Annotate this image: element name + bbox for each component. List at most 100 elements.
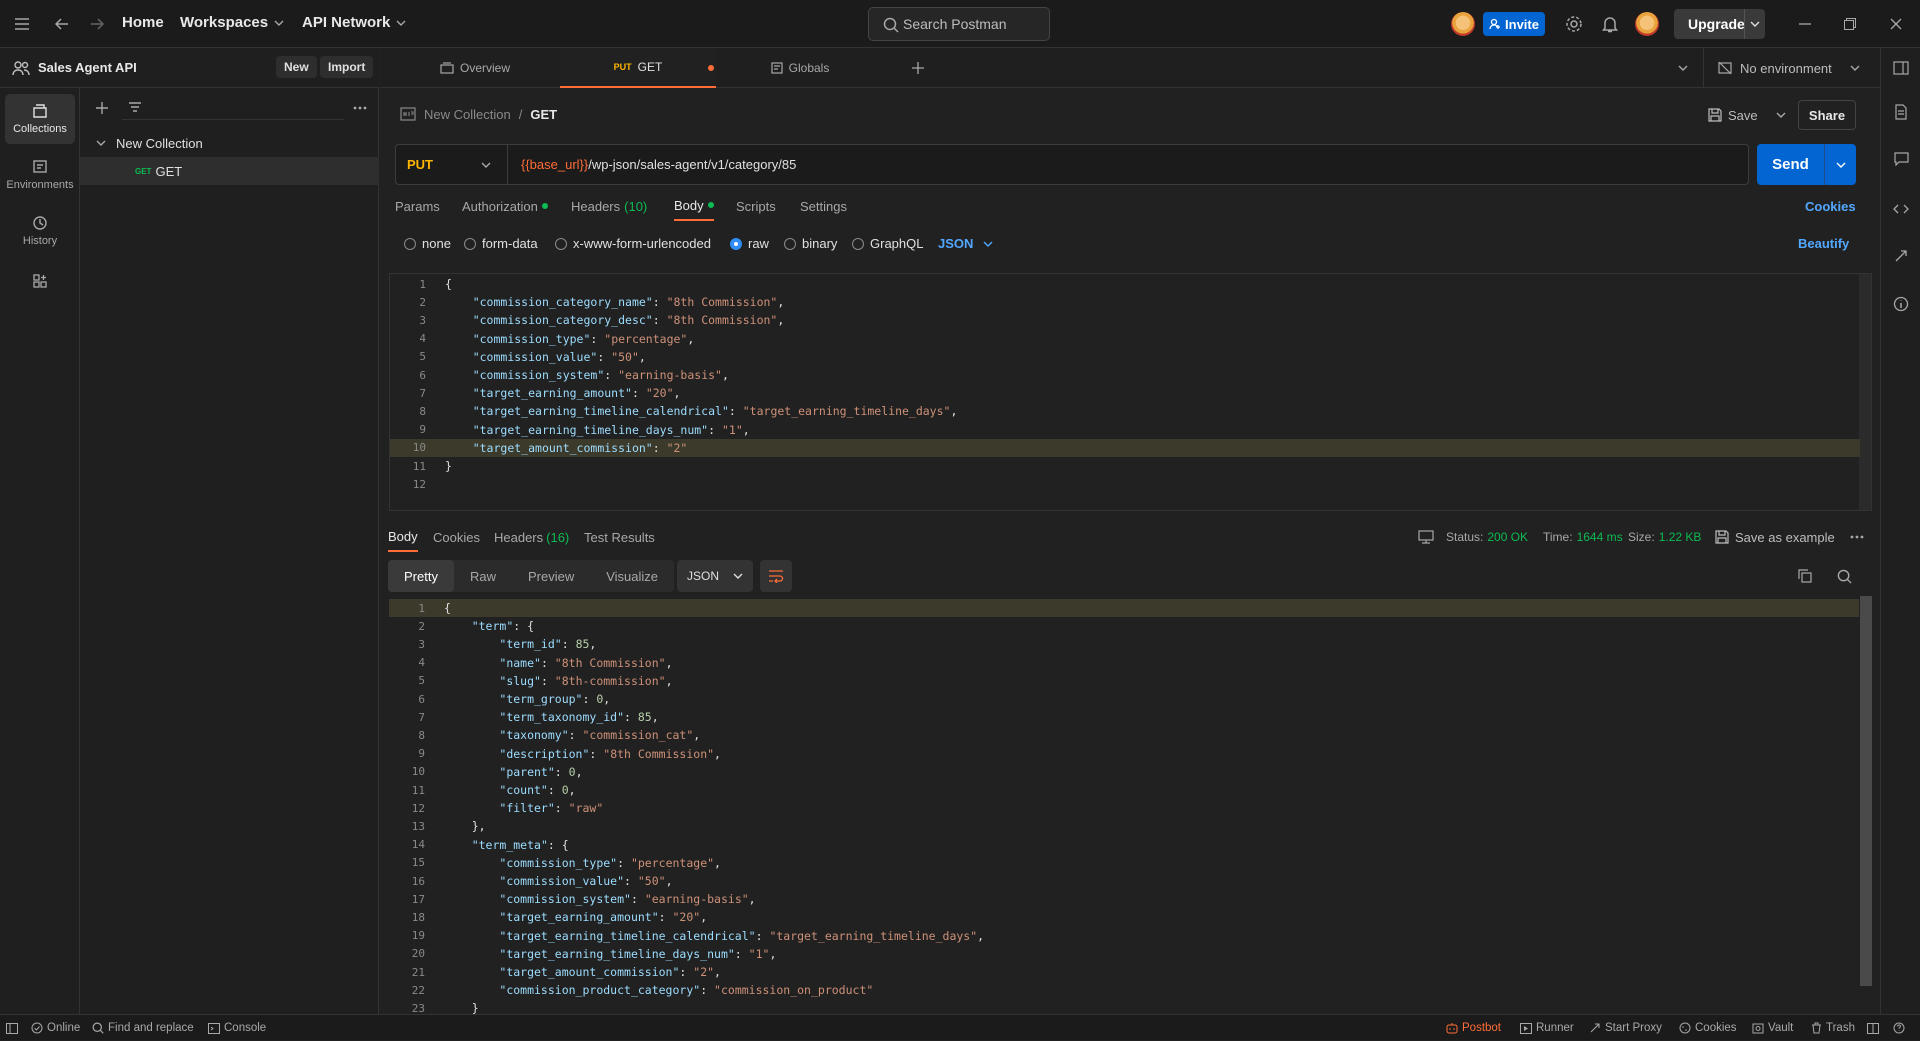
line-number: 8 [419,404,426,418]
view-preview[interactable]: Preview [512,560,590,592]
network-icon[interactable] [1418,522,1434,552]
invite-button[interactable]: Invite [1483,12,1545,36]
response-tab-headers[interactable]: Headers (16) [494,522,569,552]
new-tab-icon[interactable] [908,58,928,78]
sidebar-toggle-icon[interactable] [1881,53,1920,83]
beautify-link[interactable]: Beautify [1798,236,1849,251]
find-replace[interactable]: Find and replace [92,1015,194,1041]
start-proxy[interactable]: Start Proxy [1589,1015,1662,1041]
url-input[interactable]: {{base_url}}/wp-json/sales-agent/v1/cate… [508,157,796,172]
tab-active-request[interactable]: PUT GET [560,48,716,88]
response-body-viewer[interactable]: 1{2 "term": {3 "term_id": 85, 4 "name": "… [389,596,1872,1014]
code-snippet-icon[interactable] [1881,194,1920,224]
environment-selector[interactable]: No environment [1703,48,1880,88]
view-pretty[interactable]: Pretty [388,560,454,592]
tabs-dropdown-icon[interactable] [1673,58,1693,78]
json-string: "commission_cat" [582,728,694,743]
notifications-bell-icon[interactable] [1600,14,1620,34]
online-status[interactable]: Online [31,1015,80,1041]
help-icon[interactable] [1893,1015,1905,1041]
team-avatar[interactable] [1451,12,1475,36]
settings-gear-icon[interactable] [1564,14,1584,34]
save-as-example-button[interactable]: Save as example [1715,522,1835,552]
tab-headers[interactable]: Headers (10) [571,191,647,221]
radio-none[interactable]: none [404,236,451,251]
response-tab-body[interactable]: Body [388,522,418,552]
response-more-icon[interactable] [1850,522,1864,552]
maximize-icon[interactable] [1840,14,1860,34]
tab-overview[interactable]: Overview [400,48,550,88]
cookies-status[interactable]: Cookies [1679,1015,1737,1041]
radio-graphql[interactable]: GraphQL [852,236,923,251]
response-scrollbar[interactable] [1860,596,1872,986]
workspaces-menu[interactable]: Workspaces [180,14,284,31]
send-options-chevron-icon[interactable] [1824,144,1856,185]
body-format-select[interactable]: JSON [938,236,993,251]
api-network-menu[interactable]: API Network [302,14,406,31]
toggle-sidebar-icon[interactable] [6,1015,18,1041]
import-button[interactable]: Import [320,56,374,78]
save-button[interactable]: Save [1708,100,1758,130]
method-select[interactable]: PUT [396,145,508,184]
wrap-lines-icon[interactable] [760,560,792,592]
json-key: "target_amount_commission" [472,440,653,455]
tab-scripts[interactable]: Scripts [736,191,776,221]
related-collections-icon[interactable] [1881,241,1920,271]
close-icon[interactable] [1886,14,1906,34]
tab-authorization[interactable]: Authorization [462,191,548,221]
save-options-chevron-icon[interactable] [1772,106,1790,124]
home-link[interactable]: Home [122,14,164,31]
response-tab-cookies[interactable]: Cookies [433,522,480,552]
tab-body[interactable]: Body [674,191,714,221]
radio-form-data[interactable]: form-data [464,236,538,251]
response-tab-test-results[interactable]: Test Results [584,522,655,552]
postbot[interactable]: Postbot [1446,1015,1501,1041]
radio-raw[interactable]: raw [730,236,769,251]
breadcrumb-collection[interactable]: New Collection [424,107,511,122]
radio-binary[interactable]: binary [784,236,837,251]
rail-environments[interactable]: Environments [5,150,75,200]
search-icon[interactable] [1835,567,1853,585]
trash[interactable]: Trash [1811,1015,1855,1041]
tab-params[interactable]: Params [395,191,440,221]
comments-icon[interactable] [1881,144,1920,174]
menu-icon[interactable] [12,14,32,34]
line-number: 11 [411,783,425,797]
add-icon[interactable] [92,98,112,118]
new-button[interactable]: New [276,56,317,78]
back-arrow-icon[interactable] [52,14,72,34]
tab-settings[interactable]: Settings [800,191,847,221]
more-options-icon[interactable] [350,98,370,118]
view-visualize[interactable]: Visualize [590,560,674,592]
copy-icon[interactable] [1796,567,1814,585]
response-format-select[interactable]: JSON [677,560,753,592]
view-raw[interactable]: Raw [454,560,512,592]
cookie-icon [1679,1022,1691,1034]
send-button[interactable]: Send [1757,144,1856,185]
search-input[interactable]: Search Postman [868,7,1050,41]
console[interactable]: Console [208,1015,266,1041]
info-icon[interactable] [1881,289,1920,319]
filter-input[interactable] [122,96,344,120]
chevron-down-icon[interactable] [1744,9,1765,39]
rail-collections[interactable]: Collections [5,94,75,144]
share-button[interactable]: Share [1798,100,1856,130]
documentation-icon[interactable] [1881,97,1920,127]
user-avatar[interactable] [1635,12,1659,36]
runner[interactable]: Runner [1520,1015,1574,1041]
radio-urlencoded[interactable]: x-www-form-urlencoded [555,236,711,251]
cookies-link[interactable]: Cookies [1805,191,1856,221]
layout-toggle-icon[interactable] [1867,1015,1879,1041]
minimize-icon[interactable] [1795,14,1815,34]
upgrade-button[interactable]: Upgrade [1674,9,1765,39]
forward-arrow-icon[interactable] [87,14,107,34]
tab-globals[interactable]: Globals [725,48,875,88]
rail-history[interactable]: History [5,206,75,256]
request-body-editor[interactable]: 1{2 "commission_category_name": "8th Com… [389,273,1872,511]
editor-scrollbar[interactable] [1859,274,1871,510]
rail-configure[interactable] [5,256,75,306]
breadcrumb-request[interactable]: GET [530,107,557,122]
collection-row[interactable]: New Collection [80,129,379,157]
vault[interactable]: Vault [1752,1015,1793,1041]
request-row[interactable]: GET GET [80,157,379,185]
